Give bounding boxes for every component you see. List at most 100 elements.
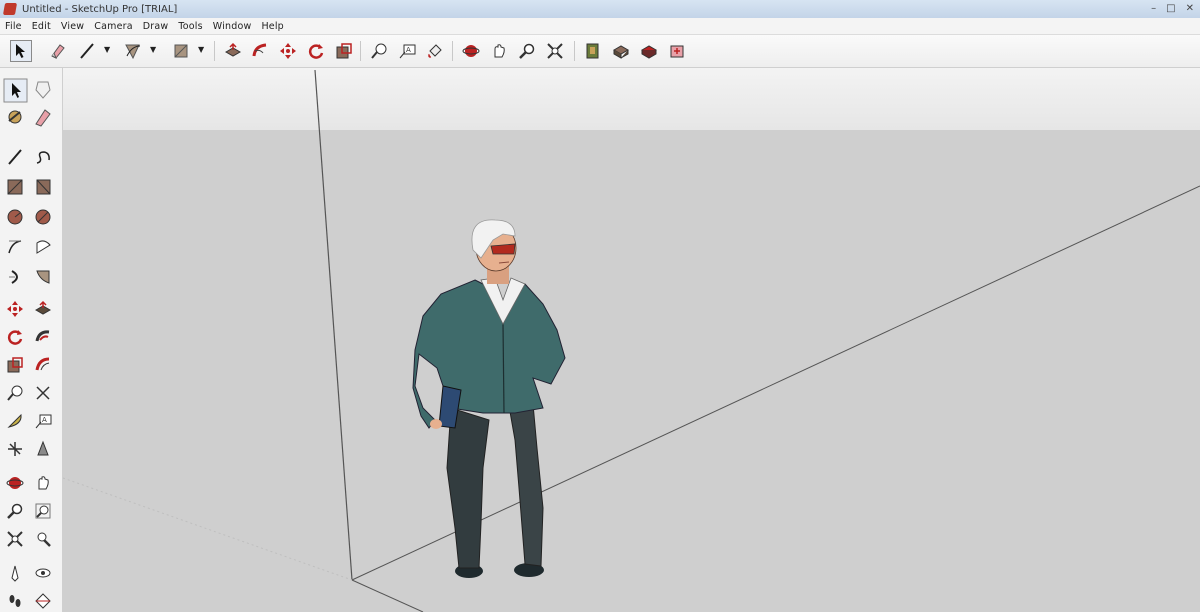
previous-view-tool-left[interactable]	[32, 528, 54, 550]
dimension-icon	[36, 386, 50, 400]
tape-measure-tool-left[interactable]	[4, 382, 26, 404]
rectangle-tool-left[interactable]	[4, 176, 26, 198]
components-button[interactable]	[610, 40, 632, 62]
scale-icon	[7, 357, 23, 373]
zoom-window-tool-left[interactable]	[32, 500, 54, 522]
circle-tool-left[interactable]	[4, 206, 26, 228]
rectangle-icon	[7, 179, 23, 195]
circle-icon	[7, 209, 23, 225]
menu-bar: File Edit View Camera Draw Tools Window …	[0, 18, 1200, 35]
tape-measure-icon	[7, 385, 23, 401]
minimize-button[interactable]: –	[1151, 2, 1156, 16]
sketchup-app-icon	[2, 3, 18, 15]
follow-me-tool-left[interactable]	[32, 326, 54, 348]
tape-measure-tool-button[interactable]	[368, 40, 390, 62]
rotate-tool-left[interactable]	[4, 326, 26, 348]
orbit-icon	[462, 45, 480, 57]
axes-icon	[8, 442, 22, 456]
arc-dropdown-icon[interactable]: ▼	[150, 45, 156, 54]
offset-tool-left[interactable]	[32, 354, 54, 376]
select-tool-button[interactable]	[10, 40, 32, 62]
freehand-icon	[36, 151, 50, 164]
warehouse-button[interactable]	[582, 40, 604, 62]
maximize-button[interactable]: □	[1166, 2, 1175, 16]
rectangle-tool-button[interactable]	[170, 40, 192, 62]
line-dropdown-icon[interactable]: ▼	[104, 45, 110, 54]
pan-tool-button[interactable]	[488, 40, 510, 62]
warehouse-icon	[586, 43, 599, 59]
two-point-arc-tool-left[interactable]	[4, 266, 26, 288]
arc-tool-left[interactable]	[4, 236, 26, 258]
share-model-button[interactable]	[638, 40, 660, 62]
menu-file[interactable]: File	[0, 21, 27, 32]
freehand-tool-left[interactable]	[32, 146, 54, 168]
follow-me-tool-button[interactable]	[249, 40, 271, 62]
close-button[interactable]: ✕	[1186, 2, 1194, 16]
menu-tools[interactable]: Tools	[173, 21, 207, 32]
eye-icon	[35, 568, 51, 578]
text-tool-left[interactable]: A	[32, 410, 54, 432]
pan-tool-left[interactable]	[32, 472, 54, 494]
position-camera-icon	[11, 565, 19, 582]
three-point-arc-tool-left[interactable]	[32, 266, 54, 288]
3d-text-tool-left[interactable]	[32, 438, 54, 460]
menu-help[interactable]: Help	[256, 21, 288, 32]
menu-camera[interactable]: Camera	[89, 21, 137, 32]
protractor-tool-left[interactable]	[4, 410, 26, 432]
pencil-icon	[8, 149, 22, 165]
menu-draw[interactable]: Draw	[138, 21, 174, 32]
top-toolbar: ▼ ▼ ▼ A	[0, 35, 1200, 68]
svg-text:A: A	[406, 46, 411, 54]
arc-tool-button[interactable]	[122, 40, 144, 62]
line-tool-left[interactable]	[4, 146, 26, 168]
zoom-tool-left[interactable]	[4, 500, 26, 522]
move-tool-left[interactable]	[4, 298, 26, 320]
hidden-axis-line	[63, 477, 353, 581]
polygon-tool-left[interactable]	[32, 206, 54, 228]
title-bar: Untitled - SketchUp Pro [TRIAL] – □ ✕	[0, 0, 1200, 19]
rotated-rectangle-tool-left[interactable]	[32, 176, 54, 198]
walk-tool-left[interactable]	[4, 590, 26, 612]
push-pull-tool-left[interactable]	[32, 298, 54, 320]
dimension-tool-left[interactable]	[32, 382, 54, 404]
eraser-tool-button[interactable]	[46, 40, 68, 62]
two-point-arc-icon	[9, 270, 18, 284]
pie-tool-left[interactable]	[32, 236, 54, 258]
menu-window[interactable]: Window	[208, 21, 257, 32]
look-around-tool-left[interactable]	[32, 562, 54, 584]
zoom-extents-tool-button[interactable]	[544, 40, 566, 62]
move-tool-button[interactable]	[277, 40, 299, 62]
orbit-tool-button[interactable]	[460, 40, 482, 62]
window-controls: – □ ✕	[1151, 2, 1194, 16]
push-pull-tool-button[interactable]	[222, 40, 244, 62]
zoom-extents-icon	[7, 531, 23, 547]
left-toolbar: A	[0, 68, 63, 612]
axes-tool-left[interactable]	[4, 438, 26, 460]
text-tool-button[interactable]: A	[396, 40, 418, 62]
svg-text:A: A	[42, 416, 47, 424]
orbit-tool-left[interactable]	[4, 472, 26, 494]
rectangle-dropdown-icon[interactable]: ▼	[198, 45, 204, 54]
line-tool-button[interactable]	[76, 40, 98, 62]
section-plane-tool-left[interactable]	[32, 590, 54, 612]
window-title: Untitled - SketchUp Pro [TRIAL]	[22, 3, 178, 15]
push-pull-icon	[34, 300, 52, 315]
push-pull-icon	[224, 42, 242, 57]
text-label-icon: A	[399, 44, 416, 59]
position-camera-tool-left[interactable]	[4, 562, 26, 584]
extension-button[interactable]	[666, 40, 688, 62]
rotate-tool-button[interactable]	[305, 40, 327, 62]
scale-tool-left[interactable]	[4, 354, 26, 376]
menu-view[interactable]: View	[56, 21, 89, 32]
pan-hand-icon	[494, 44, 505, 58]
zoom-extents-tool-left[interactable]	[4, 528, 26, 550]
follow-me-icon	[252, 43, 267, 57]
menu-edit[interactable]: Edit	[27, 21, 56, 32]
3d-viewport[interactable]	[63, 68, 1200, 612]
paint-bucket-icon	[428, 44, 442, 58]
zoom-tool-button[interactable]	[516, 40, 538, 62]
paint-bucket-tool-button[interactable]	[424, 40, 446, 62]
extension-icon	[670, 45, 684, 58]
scale-tool-button[interactable]	[333, 40, 355, 62]
arc-icon	[125, 44, 141, 60]
